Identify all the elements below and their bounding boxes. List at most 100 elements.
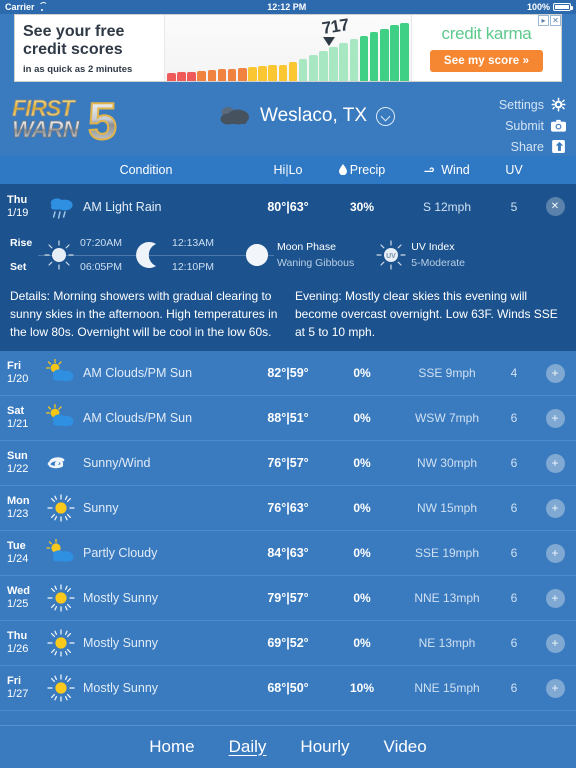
- row-action[interactable]: +: [534, 633, 576, 653]
- ad-badges[interactable]: ▸ ✕: [538, 15, 561, 26]
- row-uv: 6: [510, 636, 518, 650]
- row-condition-label: AM Light Rain: [83, 199, 162, 214]
- credit-score-bar: [258, 65, 267, 81]
- close-circle-icon[interactable]: ✕: [545, 197, 565, 216]
- row-hilo: 76°|57°: [252, 456, 324, 470]
- submit-button[interactable]: Submit: [474, 115, 566, 136]
- plus-circle-icon[interactable]: +: [545, 588, 565, 608]
- forecast-row[interactable]: Fri 1/20 AM Clouds/PM Sun 82°|59° 0% SSE 9mph…: [0, 351, 576, 396]
- row-condition-label: Partly Cloudy: [83, 546, 158, 560]
- row-precip: 30%: [349, 199, 375, 214]
- row-hilo: 79°|57°: [252, 591, 324, 605]
- forecast-row[interactable]: Mon 1/23 Sunny 76°|63° 0% NW 15mph 6 +: [0, 486, 576, 531]
- sun-behind-cloud-icon: [46, 359, 74, 382]
- plus-circle-icon[interactable]: +: [545, 633, 565, 653]
- row-action[interactable]: +: [534, 498, 576, 518]
- row-hi: 69°: [267, 636, 287, 650]
- nav-daily[interactable]: Daily: [229, 737, 267, 758]
- row-uv: 6: [510, 456, 518, 470]
- row-condition-label: AM Clouds/PM Sun: [83, 411, 193, 425]
- row-uv: 6: [510, 681, 518, 695]
- set-label: Set: [10, 260, 27, 273]
- row-hilo: 76°|63°: [252, 501, 324, 515]
- row-condition: Mostly Sunny: [46, 629, 252, 657]
- moon-phase-value: Waning Gibbous: [277, 257, 355, 269]
- see-my-score-button[interactable]: See my score »: [429, 50, 544, 72]
- row-date-value: 1/21: [7, 418, 29, 430]
- svg-text:5: 5: [88, 93, 117, 144]
- settings-button[interactable]: Settings: [474, 94, 566, 115]
- row-hilo: 80°|63°: [252, 200, 324, 214]
- forecast-row[interactable]: Sun 1/22 Sunny/Wind 76°|57° 0% NW 30mph 6 +: [0, 441, 576, 486]
- row-condition: Sunny/Wind: [46, 449, 252, 477]
- moon-phase-icon: [246, 244, 268, 266]
- ad-banner-container[interactable]: See your free credit scores in as quick …: [0, 14, 576, 86]
- row-date: Mon 1/23: [0, 495, 46, 520]
- plus-circle-icon[interactable]: +: [545, 543, 565, 563]
- adchoices-icon[interactable]: ▸: [538, 15, 549, 26]
- row-action[interactable]: +: [534, 678, 576, 698]
- row-action[interactable]: +: [534, 363, 576, 383]
- settings-label: Settings: [498, 97, 544, 112]
- forecast-row[interactable]: Thu 1/26 Mostly Sunny 69°|52° 0% NE 13mph 6 +: [0, 621, 576, 666]
- row-uv: 4: [510, 366, 518, 380]
- row-action[interactable]: ✕: [534, 197, 576, 216]
- row-precip: 0%: [353, 591, 371, 605]
- col-condition: Condition: [119, 163, 173, 177]
- row-action[interactable]: +: [534, 543, 576, 563]
- row-precip: 0%: [353, 501, 371, 515]
- close-icon[interactable]: ✕: [550, 15, 561, 26]
- row-action[interactable]: +: [534, 453, 576, 473]
- credit-score-bars: [165, 15, 411, 81]
- chevron-down-circle-icon[interactable]: [376, 106, 395, 126]
- row-weekday: Fri: [7, 360, 22, 373]
- row-condition: Mostly Sunny: [46, 584, 252, 612]
- row-precip: 0%: [353, 411, 371, 425]
- credit-score-bar: [308, 54, 318, 81]
- row-date: Tue 1/24: [0, 540, 46, 565]
- plus-circle-icon[interactable]: +: [545, 678, 565, 698]
- row-date-value: 1/19: [7, 206, 29, 219]
- forecast-row[interactable]: Wed 1/25 Mostly Sunny 79°|57° 0% NNE 13mph 6 +: [0, 576, 576, 621]
- row-action[interactable]: +: [534, 408, 576, 428]
- forecast-row[interactable]: Fri 1/27 Mostly Sunny 68°|50° 10% NNE 15mph 6 +: [0, 666, 576, 711]
- gear-icon[interactable]: [551, 97, 566, 112]
- row-action[interactable]: +: [534, 588, 576, 608]
- forecast-row[interactable]: Sat 1/21 AM Clouds/PM Sun 88°|51° 0% WSW 7mph…: [0, 396, 576, 441]
- row-lo: |57°: [286, 456, 309, 470]
- forecast-row-selected[interactable]: Thu 1/19 AM Light Rain 80°|63° 30% S 12m…: [0, 184, 576, 229]
- camera-icon[interactable]: [551, 118, 566, 133]
- plus-circle-icon[interactable]: +: [545, 498, 565, 518]
- row-date: Thu 1/19: [0, 194, 46, 219]
- row-hilo: 84°|63°: [252, 546, 324, 560]
- credit-score-bar: [187, 72, 196, 81]
- plus-circle-icon[interactable]: +: [545, 363, 565, 383]
- credit-score-bar: [268, 65, 278, 81]
- row-condition-label: Mostly Sunny: [83, 591, 159, 605]
- header-actions: Settings Submit Share: [474, 92, 566, 157]
- ad-headline-line1: See your free: [23, 23, 125, 41]
- rise-set-labels: Rise Set: [10, 238, 40, 272]
- sunset-time: 06:05PM: [80, 260, 123, 273]
- plus-circle-icon[interactable]: +: [545, 453, 565, 473]
- col-uv: UV: [505, 163, 523, 177]
- row-date-value: 1/25: [7, 598, 29, 610]
- row-hi: 76°: [267, 456, 287, 470]
- row-lo: |59°: [286, 366, 309, 380]
- forecast-row[interactable]: Tue 1/24 Partly Cloudy 84°|63° 0% SSE 19mph 6 +: [0, 531, 576, 576]
- moon-phase-label: Moon Phase: [277, 241, 336, 253]
- nav-hourly[interactable]: Hourly: [300, 737, 349, 758]
- location-selector[interactable]: Weslaco, TX: [138, 92, 474, 128]
- row-wind: NW 15mph: [416, 501, 478, 515]
- ad-banner[interactable]: See your free credit scores in as quick …: [14, 14, 562, 82]
- row-wind: WSW 7mph: [414, 411, 479, 425]
- row-hi: 79°: [267, 591, 287, 605]
- share-icon[interactable]: [551, 139, 566, 154]
- nav-video[interactable]: Video: [384, 737, 427, 758]
- share-button[interactable]: Share: [474, 136, 566, 157]
- nav-home[interactable]: Home: [149, 737, 194, 758]
- uv-index-label: UV Index: [411, 241, 455, 253]
- row-hi: 82°: [267, 366, 287, 380]
- row-hi: 88°: [267, 411, 287, 425]
- plus-circle-icon[interactable]: +: [545, 408, 565, 428]
